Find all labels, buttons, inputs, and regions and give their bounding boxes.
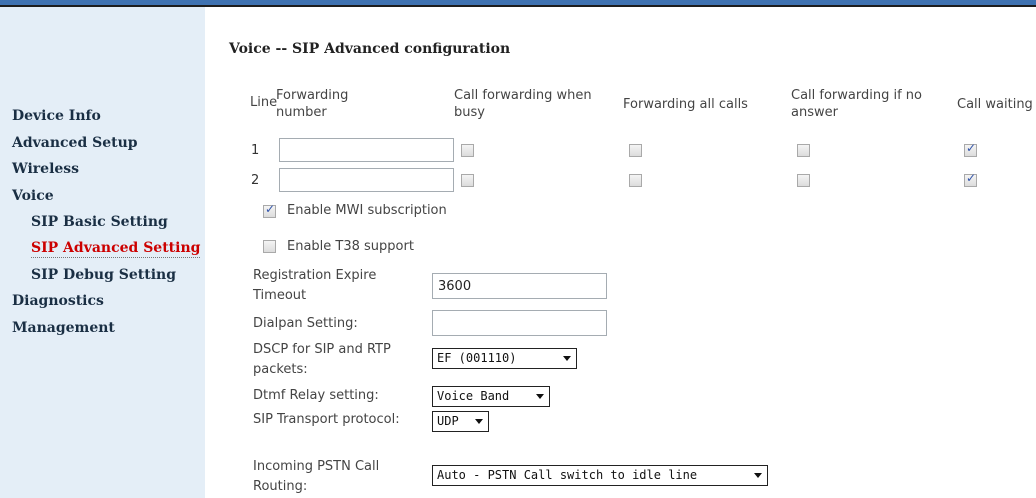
header-no-answer: Call forwarding if no answer <box>791 88 922 121</box>
nav-voice[interactable]: Voice <box>12 188 54 204</box>
header-forwarding-number: Forwarding number <box>276 88 348 121</box>
dscp-label-line1: DSCP for SIP and RTP <box>253 342 391 357</box>
transport-select[interactable]: UDP <box>432 411 489 432</box>
t38-label: Enable T38 support <box>287 239 414 254</box>
row2-call-waiting-checkbox[interactable] <box>964 171 977 187</box>
dscp-select[interactable]: EF (001110) <box>432 348 577 369</box>
header-busy: Call forwarding when busy <box>454 88 592 121</box>
nav-device-info[interactable]: Device Info <box>12 108 101 124</box>
row2-all-checkbox[interactable] <box>629 174 642 187</box>
nav-diagnostics[interactable]: Diagnostics <box>12 293 104 309</box>
transport-select-value: UDP <box>437 414 459 428</box>
row2-line-number: 2 <box>251 173 260 188</box>
registration-expire-label: Registration Expire Timeout <box>253 267 376 304</box>
row1-call-waiting-checkbox[interactable] <box>964 141 977 157</box>
header-call-waiting: Call waiting <box>957 97 1033 112</box>
dtmf-label: Dtmf Relay setting: <box>253 388 379 403</box>
pstn-routing-label: Incoming PSTN Call Routing: <box>253 458 379 495</box>
main-content: Voice -- SIP Advanced configuration Line… <box>205 7 1036 498</box>
header-no-answer-line2: answer <box>791 105 838 120</box>
header-forwarding-number-line1: Forwarding <box>276 88 349 103</box>
dtmf-select-value: Voice Band <box>437 389 510 403</box>
header-line: Line <box>250 95 278 110</box>
nav-sip-debug-setting[interactable]: SIP Debug Setting <box>31 267 176 283</box>
pstn-routing-label-line1: Incoming PSTN Call <box>253 459 380 474</box>
mwi-label: Enable MWI subscription <box>287 203 447 218</box>
row2-forwarding-number-input[interactable] <box>279 168 454 192</box>
row1-no-answer-checkbox[interactable] <box>797 144 810 157</box>
nav-wireless[interactable]: Wireless <box>12 161 79 177</box>
row1-busy-checkbox[interactable] <box>461 144 474 157</box>
header-no-answer-line1: Call forwarding if no <box>791 88 922 103</box>
sidebar: Device Info Advanced Setup Wireless Voic… <box>0 7 205 498</box>
registration-expire-label-line2: Timeout <box>253 288 307 303</box>
row1-forwarding-number-input[interactable] <box>279 138 454 162</box>
chevron-down-icon <box>563 356 571 361</box>
header-forwarding-number-line2: number <box>276 105 327 120</box>
pstn-routing-select-value: Auto - PSTN Call switch to idle line <box>437 468 698 482</box>
mwi-checkbox[interactable] <box>263 202 276 218</box>
chevron-down-icon <box>754 473 762 478</box>
registration-expire-label-line1: Registration Expire <box>253 268 377 283</box>
row2-busy-checkbox[interactable] <box>461 174 474 187</box>
pstn-routing-select[interactable]: Auto - PSTN Call switch to idle line <box>432 465 768 486</box>
top-bar <box>0 0 1036 7</box>
dialplan-label: Dialpan Setting: <box>253 316 358 331</box>
dscp-label-line2: packets: <box>253 362 308 377</box>
chevron-down-icon <box>475 419 483 424</box>
row2-no-answer-checkbox[interactable] <box>797 174 810 187</box>
nav-sip-basic-setting[interactable]: SIP Basic Setting <box>31 214 168 230</box>
row1-all-checkbox[interactable] <box>629 144 642 157</box>
dtmf-select[interactable]: Voice Band <box>432 386 550 407</box>
nav-advanced-setup[interactable]: Advanced Setup <box>12 135 138 151</box>
nav-sip-advanced-setting[interactable]: SIP Advanced Setting <box>31 240 200 258</box>
row1-line-number: 1 <box>251 143 260 158</box>
dialplan-input[interactable] <box>432 310 607 336</box>
registration-expire-input[interactable] <box>432 273 607 299</box>
chevron-down-icon <box>536 394 544 399</box>
header-forwarding-all: Forwarding all calls <box>623 97 748 112</box>
nav-management[interactable]: Management <box>12 320 115 336</box>
pstn-routing-label-line2: Routing: <box>253 479 308 494</box>
t38-checkbox[interactable] <box>263 240 276 253</box>
header-busy-line1: Call forwarding when <box>454 88 592 103</box>
dscp-label: DSCP for SIP and RTP packets: <box>253 341 391 378</box>
header-busy-line2: busy <box>454 105 485 120</box>
transport-label: SIP Transport protocol: <box>253 412 400 427</box>
page-title: Voice -- SIP Advanced configuration <box>229 41 511 57</box>
dscp-select-value: EF (001110) <box>437 351 517 365</box>
